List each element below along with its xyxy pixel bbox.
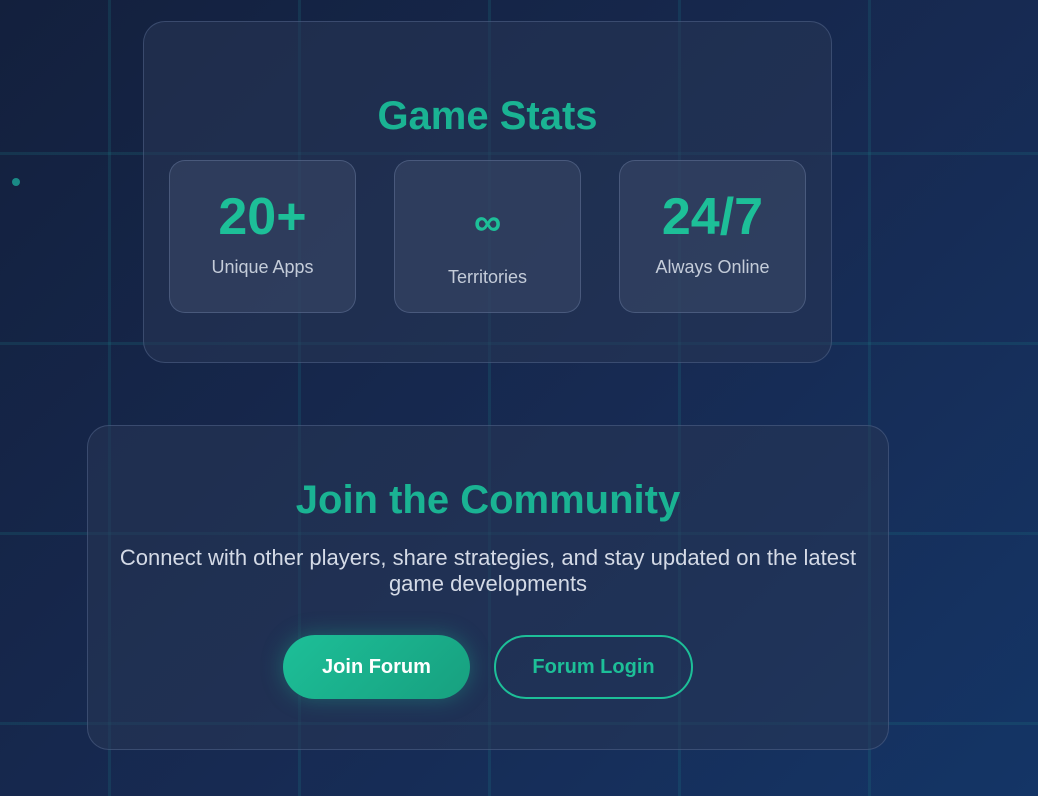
community-title: Join the Community [295,478,681,522]
community-card: Join the Community Connect with other pl… [87,425,889,750]
stat-unique-apps: 20+ Unique Apps [169,160,356,313]
infinity-icon: ∞ [473,202,502,244]
stat-label: Territories [447,267,527,287]
stat-value: 20+ [218,188,307,246]
forum-login-button[interactable]: Forum Login [494,635,693,699]
game-stats-title: Game Stats [377,94,598,138]
decorative-dot [12,178,20,186]
stat-label: Unique Apps [211,257,314,277]
stat-value: 24/7 [661,188,764,246]
game-stats-card: Game Stats 20+ Unique Apps ∞ Territories… [143,21,832,363]
community-description: Connect with other players, share strate… [119,545,857,596]
stat-territories: ∞ Territories [394,160,581,313]
join-forum-button[interactable]: Join Forum [283,635,470,699]
stat-always-online: 24/7 Always Online [619,160,806,313]
stat-label: Always Online [655,257,770,277]
